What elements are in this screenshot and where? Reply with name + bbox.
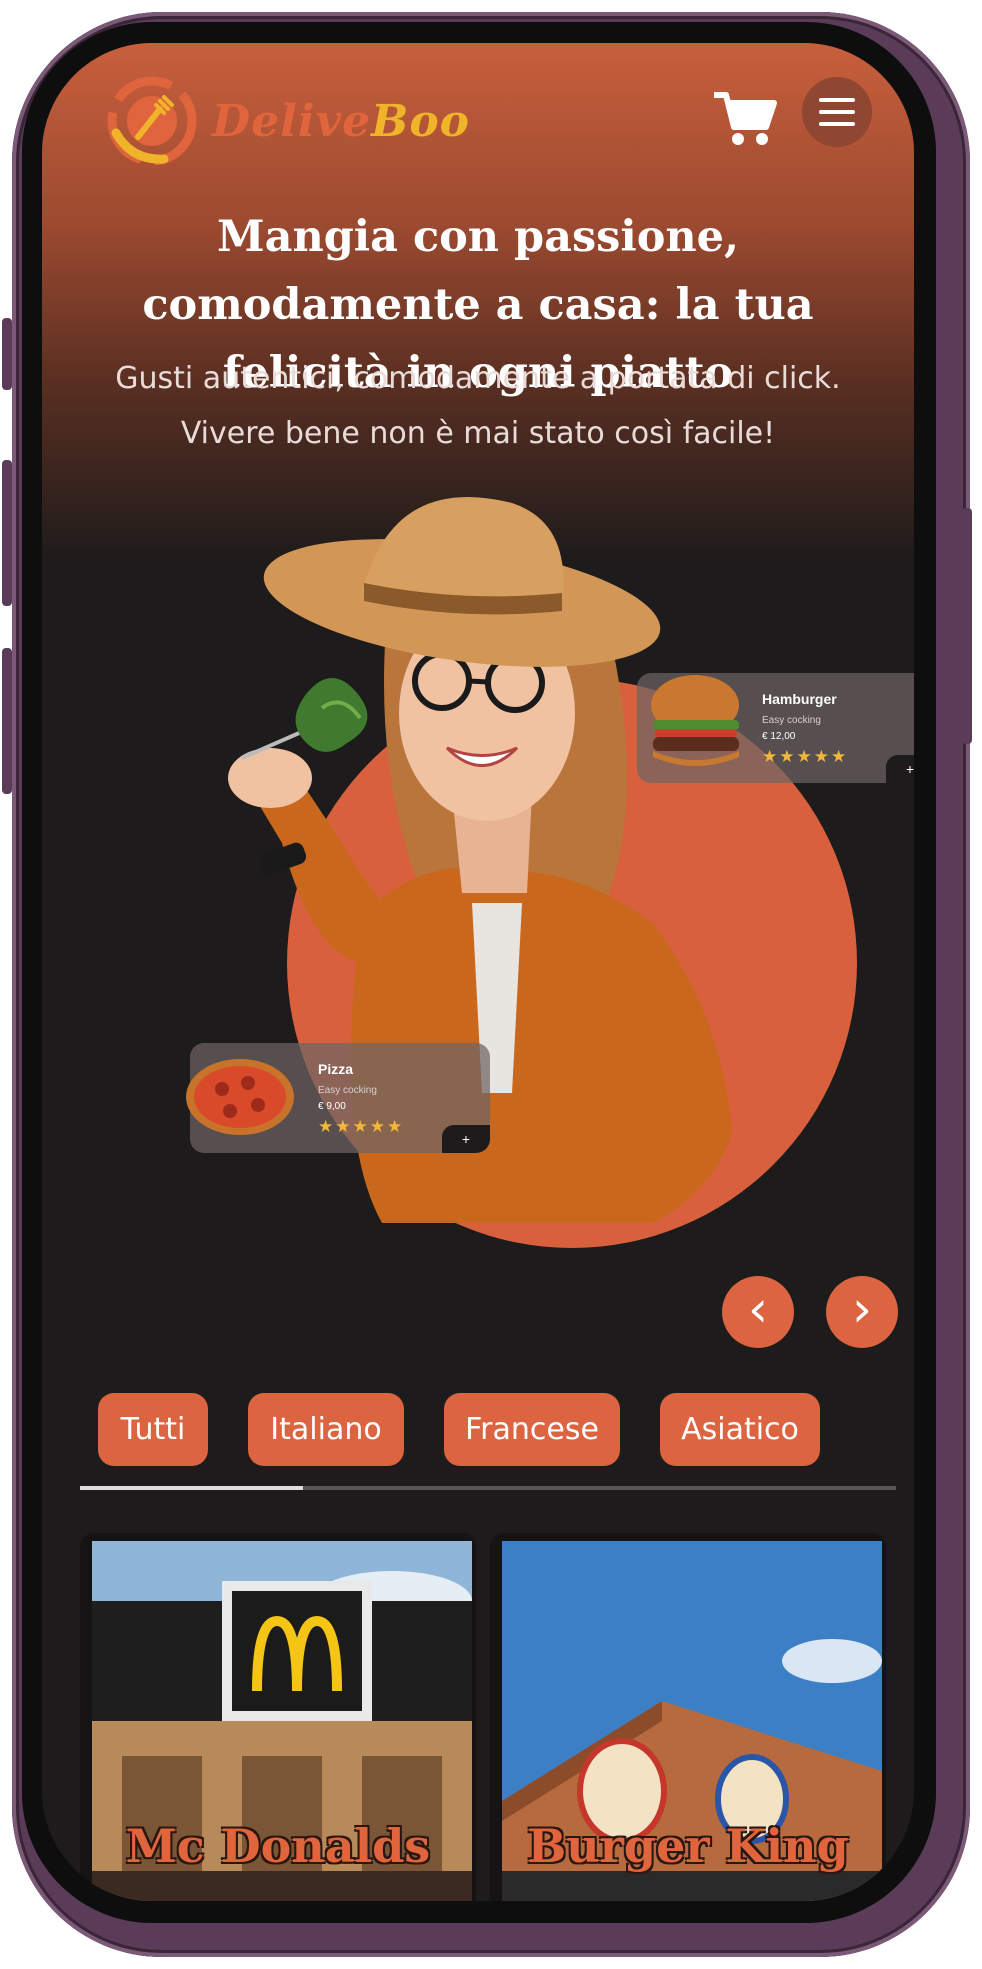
rating-stars: ★★★★★ (762, 747, 849, 766)
hamburger-menu-button[interactable] (802, 77, 872, 147)
hamburger-icon (651, 675, 739, 766)
side-button (2, 318, 12, 390)
rating-stars: ★★★★★ (318, 1117, 405, 1136)
category-scrollbar[interactable] (80, 1486, 896, 1490)
food-card-hamburger[interactable]: Hamburger Easy cocking € 12,00 ★★★★★ + (637, 673, 914, 783)
food-card-price: € 9,00 (318, 1101, 346, 1112)
food-card-name: Hamburger (762, 691, 837, 707)
brand-name: DeliveBoo (212, 96, 470, 147)
add-button[interactable]: + (442, 1125, 490, 1153)
menu-line (819, 110, 855, 114)
pizza-icon (186, 1059, 294, 1135)
brand-logo[interactable]: DeliveBoo (102, 71, 470, 171)
side-button (2, 460, 12, 606)
side-button (2, 648, 12, 794)
hero-subtitle: Gusti autentici, comodamente a portata d… (115, 361, 841, 451)
category-tutti[interactable]: Tutti (98, 1393, 208, 1466)
brand-name-part1: Delive (212, 95, 372, 147)
category-italiano[interactable]: Italiano (248, 1393, 404, 1466)
category-francese[interactable]: Francese (444, 1393, 620, 1466)
brand-name-part2: Boo (371, 95, 471, 147)
category-scroller[interactable]: Tutti Italiano Francese Asiatico M (98, 1393, 858, 1473)
hero-image: Hamburger Easy cocking € 12,00 ★★★★★ + P… (132, 493, 914, 1248)
prev-arrow-button[interactable]: ‹ (722, 1276, 794, 1348)
food-card-price: € 12,00 (762, 731, 796, 742)
food-card-desc: Easy cocking (318, 1085, 377, 1096)
restaurant-card-burgerking[interactable]: Burger King (490, 1533, 886, 1901)
food-card-desc: Easy cocking (762, 715, 821, 726)
cart-icon[interactable] (710, 83, 780, 153)
food-card-pizza[interactable]: Pizza Easy cocking € 9,00 ★★★★★ + (186, 1043, 490, 1153)
next-arrow-button[interactable]: › (826, 1276, 898, 1348)
side-button (962, 508, 972, 744)
app-screen: DeliveBoo Mangia con passione, comodamen… (42, 43, 914, 1901)
restaurant-name: Burger King (527, 1819, 849, 1873)
logo-fork-icon (102, 71, 202, 171)
add-button[interactable]: + (886, 755, 914, 783)
food-card-name: Pizza (318, 1061, 354, 1077)
menu-line (819, 98, 855, 102)
menu-line (819, 122, 855, 126)
restaurant-card-mcdonalds[interactable]: Mc Donalds (80, 1533, 476, 1901)
category-asiatico[interactable]: Asiatico (660, 1393, 820, 1466)
restaurant-grid: Mc Donalds Burger King (80, 1533, 896, 1901)
scrollbar-thumb[interactable] (80, 1486, 303, 1490)
restaurant-name: Mc Donalds (125, 1819, 431, 1873)
